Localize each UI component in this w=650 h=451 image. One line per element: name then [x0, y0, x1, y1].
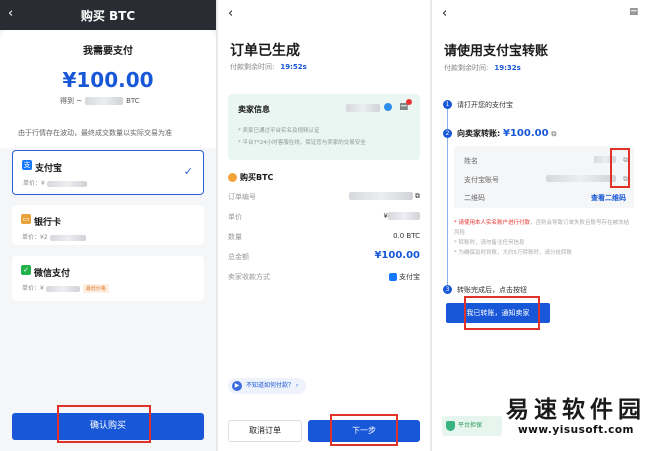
blurred-value [346, 104, 380, 112]
total-row: 总金额 ¥100.00 [228, 250, 420, 261]
payment-name: 支付宝 [35, 164, 63, 174]
step-3-text: 转账完成后，点击按钮 [457, 286, 527, 294]
seller-note-1: * 卖家已通过平台实名及视频认证 [238, 128, 320, 134]
transfer-amount: ¥100.00 [503, 128, 549, 139]
receive-prefix: 得到 ~ [60, 97, 83, 105]
shield-icon [446, 421, 455, 431]
back-arrow-icon[interactable]: ‹ [228, 6, 233, 21]
page-title: 订单已生成 [230, 43, 300, 59]
seller-info-title: 卖家信息 [238, 105, 270, 114]
bank-card-icon: ▭ [21, 214, 31, 224]
highlight-box [57, 405, 151, 443]
step-3-marker: 3 [443, 285, 452, 294]
watermark-url: www.yisusoft.com [517, 424, 634, 436]
order-number-row: 订单编号 ⧉ [228, 192, 420, 201]
receive-unit: BTC [126, 97, 140, 105]
cancel-order-button[interactable]: 取消订单 [228, 420, 302, 442]
seller-payment-method-row: 卖家收款方式 支付宝 [228, 273, 420, 281]
price-note: 由于行情存在波动，最终成交数量以实际交易为准 [18, 129, 172, 137]
back-arrow-icon[interactable]: ‹ [442, 6, 447, 21]
name-label: 姓名 [464, 157, 478, 165]
payment-option-wechat[interactable]: ✓ 微信支付 单价：¥ 最低价格 [12, 256, 204, 301]
alipay-transfer-screen: ‹ ▤ 请使用支付宝转账 付款剩余时间: 19:32s 1 请打开您的支付宝 2 … [432, 0, 650, 451]
highlight-box [330, 414, 398, 446]
payment-name: 银行卡 [34, 218, 62, 228]
unit-price-row: 单价 ¥ [228, 212, 420, 222]
seller-info-card: 卖家信息 ▤ * 卖家已通过平台实名及视频认证 * 平台7*24小时客服在线，保… [228, 94, 420, 160]
order-created-screen: ‹ 订单已生成 付款剩余时间: 19:52s 卖家信息 ▤ * 卖家已通过平台实名… [218, 0, 430, 451]
payment-price: 单价：¥ [23, 178, 87, 187]
blurred-value [85, 97, 124, 105]
transfer-warnings: * 请使用本人实名账户进行付款，否则会导致订单失败且账号存在被冻结风险 * 转账… [454, 220, 630, 256]
payment-option-bank-card[interactable]: ▭ 银行卡 单价：¥2 [12, 205, 204, 245]
highlight-box [464, 296, 540, 330]
timer-value: 19:52s [280, 63, 307, 71]
alipay-icon: 支 [22, 160, 32, 170]
buy-btc-screen: ‹ 购买 BTC 我需要支付 ¥100.00 得到 ~ BTC 由于行情存在波动，… [0, 0, 216, 451]
notification-dot [406, 99, 412, 105]
wechat-pay-icon: ✓ [21, 265, 31, 275]
step-1-text: 请打开您的支付宝 [457, 101, 513, 109]
blurred-value [546, 175, 616, 182]
pay-amount: ¥100.00 [62, 68, 154, 92]
step-2-text: 向卖家转账: ¥100.00 ⧉ [457, 128, 557, 139]
check-icon: ✓ [183, 165, 193, 178]
page-title: 请使用支付宝转账 [444, 44, 549, 59]
payment-help-link[interactable]: ▶ 不知道如何付款？ › [228, 378, 307, 394]
pay-subtitle: 我需要支付 [83, 46, 133, 57]
payment-price: 单价：¥2 [22, 232, 86, 241]
order-number-value: ⧉ [348, 192, 420, 201]
page-title: 购买 BTC [80, 9, 136, 23]
order-header: 购买BTC [228, 172, 273, 183]
highlight-box [610, 148, 630, 188]
watermark: 易速软件园 www.yisusoft.com [502, 390, 650, 436]
quantity-row: 数量 0.0 BTC [228, 232, 420, 241]
play-icon: ▶ [232, 381, 242, 391]
header-bar: ‹ 购买 BTC [0, 0, 216, 30]
payment-timer: 付款剩余时间: 19:32s [444, 64, 521, 72]
payee-info-box: 姓名 ⧉ 支付宝账号 ⧉ 二维码 查看二维码 [454, 146, 634, 208]
timer-value: 19:32s [494, 64, 521, 72]
step-1-marker: 1 [443, 100, 452, 109]
quantity-value: 0.0 BTC [393, 232, 420, 240]
payment-price: 单价：¥ 最低价格 [22, 283, 109, 293]
platform-guarantee-badge: 平台担保 [442, 416, 502, 436]
verified-icon [384, 103, 392, 111]
watermark-text: 易速软件园 [506, 396, 646, 423]
payment-name: 微信支付 [34, 269, 71, 279]
step-2-marker: 2 [443, 129, 452, 138]
alipay-icon [388, 273, 397, 281]
bitcoin-icon [228, 173, 237, 182]
view-qr-code-link[interactable]: 查看二维码 [591, 193, 626, 203]
message-icon[interactable]: ▤ [629, 7, 638, 17]
copy-icon: ⧉ [551, 130, 557, 138]
receive-estimate: 得到 ~ BTC [60, 96, 140, 106]
qr-code-label: 二维码 [464, 194, 485, 202]
payment-option-alipay[interactable]: 支 支付宝 单价：¥ ✓ [12, 150, 204, 195]
alipay-account-label: 支付宝账号 [464, 176, 499, 184]
payment-timer: 付款剩余时间: 19:52s [230, 63, 307, 71]
total-value: ¥100.00 [374, 250, 420, 261]
seller-note-2: * 平台7*24小时客服在线，保证您与卖家的交易安全 [238, 140, 366, 146]
lowest-price-badge: 最低价格 [82, 284, 109, 293]
